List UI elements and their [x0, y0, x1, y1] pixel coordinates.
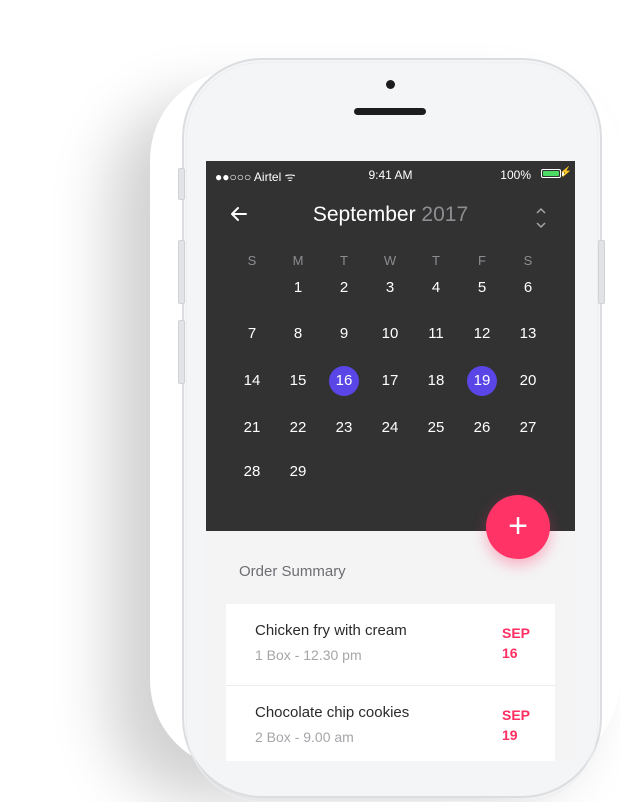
date-cell-selected[interactable]: 16 [321, 366, 367, 396]
date-cell[interactable]: 4 [413, 273, 459, 303]
order-detail: 2 Box - 9.00 am [255, 729, 354, 745]
date-cell[interactable]: 15 [275, 366, 321, 396]
silent-switch [178, 168, 185, 200]
date-cell[interactable]: 10 [367, 319, 413, 349]
order-summary-title: Order Summary [239, 563, 346, 580]
date-cell-selected[interactable]: 19 [459, 366, 505, 396]
date-cell[interactable]: 14 [229, 366, 275, 396]
date-cell[interactable]: 3 [367, 273, 413, 303]
date-cell[interactable]: 9 [321, 319, 367, 349]
weekday-label: M [292, 253, 304, 268]
order-card[interactable]: Chocolate chip cookies 2 Box - 9.00 am S… [226, 686, 555, 761]
order-card[interactable]: Chicken fry with cream 1 Box - 12.30 pm … [226, 604, 555, 686]
date-cell[interactable]: 26 [459, 413, 505, 443]
date-cell[interactable]: 6 [505, 273, 551, 303]
weekday-label: T [340, 253, 348, 268]
date-cell[interactable]: 5 [459, 273, 505, 303]
order-month: SEP [502, 625, 531, 641]
earpiece-speaker [354, 108, 426, 115]
month-toggle-button[interactable] [534, 205, 548, 231]
status-bar: ●●○○○ Airtel ᯤ 9:41 AM 100% ⚡ [206, 161, 575, 189]
date-cell[interactable]: 8 [275, 319, 321, 349]
order-detail: 1 Box - 12.30 pm [255, 647, 362, 663]
order-day: 19 [502, 727, 518, 743]
date-cell[interactable]: 20 [505, 366, 551, 396]
date-cell[interactable]: 17 [367, 366, 413, 396]
date-cell[interactable]: 27 [505, 413, 551, 443]
date-cell[interactable]: 2 [321, 273, 367, 303]
volume-up-button [178, 240, 185, 304]
date-cell[interactable]: 29 [275, 457, 321, 487]
date-cell[interactable]: 22 [275, 413, 321, 443]
order-name: Chocolate chip cookies [255, 704, 410, 721]
order-day: 16 [502, 645, 518, 661]
date-cell[interactable]: 21 [229, 413, 275, 443]
weekday-label: S [247, 253, 257, 268]
weekday-label: W [383, 253, 397, 268]
volume-down-button [178, 320, 185, 384]
date-cell[interactable]: 28 [229, 457, 275, 487]
date-cell[interactable]: 23 [321, 413, 367, 443]
date-cell[interactable]: 1 [275, 273, 321, 303]
power-button [598, 240, 605, 304]
date-cell[interactable]: 18 [413, 366, 459, 396]
chevron-up-down-icon [536, 207, 546, 229]
bolt-icon: ⚡ [559, 167, 572, 178]
date-cell[interactable]: 13 [505, 319, 551, 349]
front-camera [386, 80, 395, 89]
date-cell[interactable]: 25 [413, 413, 459, 443]
date-cell[interactable]: 7 [229, 319, 275, 349]
year-label: 2017 [421, 203, 469, 226]
month-year-title[interactable]: September 2017 [206, 203, 575, 227]
weekday-label: S [523, 253, 533, 268]
app-screen: ●●○○○ Airtel ᯤ 9:41 AM 100% ⚡ September … [206, 161, 575, 761]
add-order-button[interactable]: + [486, 495, 550, 559]
weekday-label: F [478, 253, 486, 268]
date-cell[interactable]: 24 [367, 413, 413, 443]
battery-icon [541, 169, 561, 178]
weekday-label: T [432, 253, 440, 268]
month-label: September [312, 203, 416, 226]
calendar-panel: ●●○○○ Airtel ᯤ 9:41 AM 100% ⚡ September … [206, 161, 575, 531]
battery-percent: 100% [500, 168, 531, 182]
date-cell[interactable]: 12 [459, 319, 505, 349]
order-name: Chicken fry with cream [255, 622, 407, 639]
order-month: SEP [502, 707, 531, 723]
date-cell[interactable]: 11 [413, 319, 459, 349]
